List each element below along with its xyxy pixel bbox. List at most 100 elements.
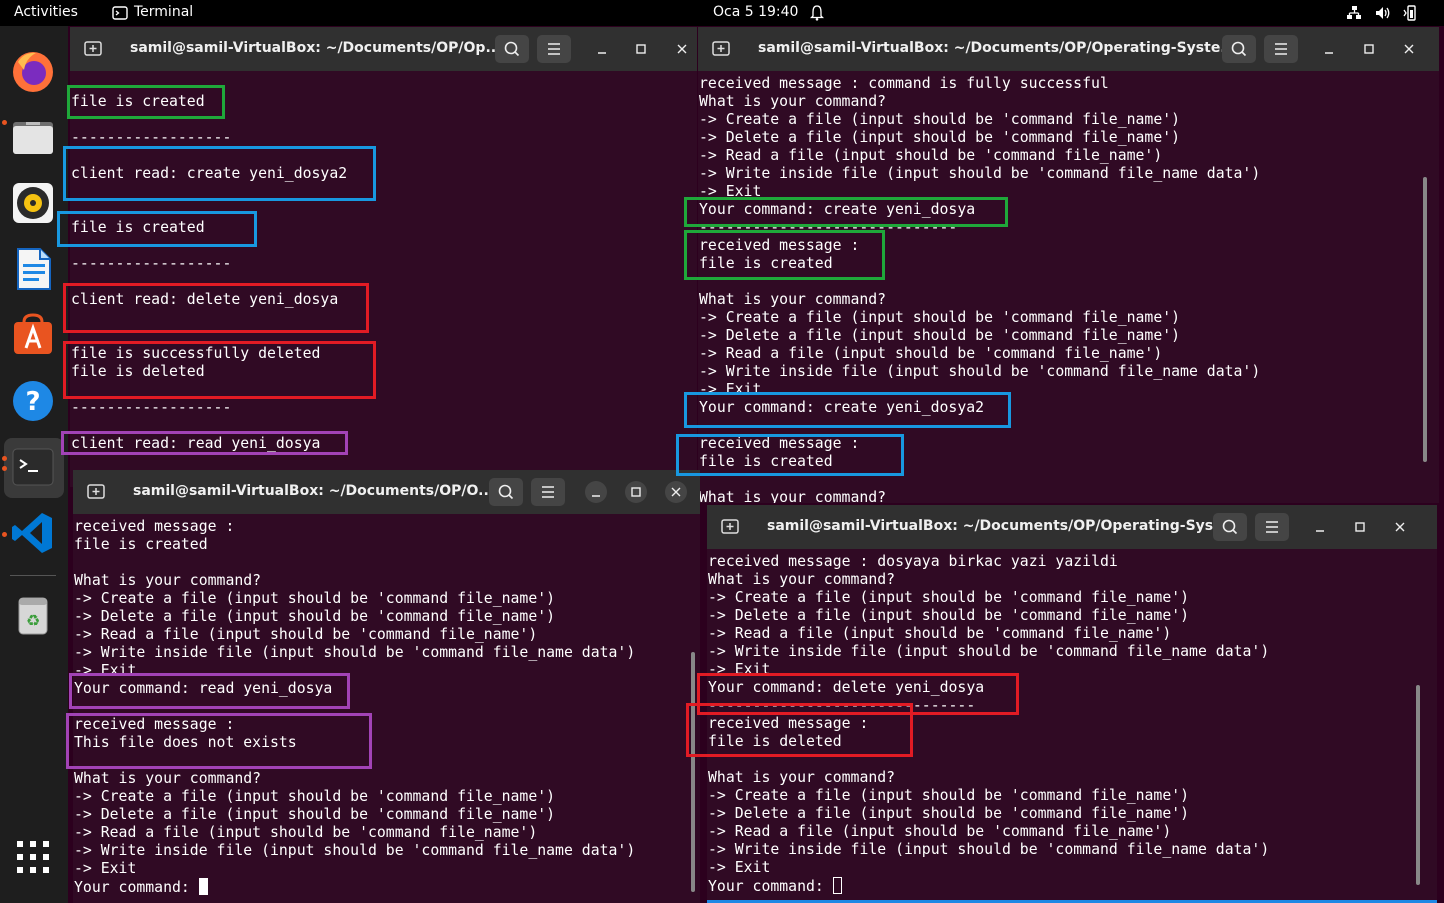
terminal-line: -> Read a file (input should be 'command… bbox=[699, 345, 1163, 362]
terminal-line: -> Delete a file (input should be 'comma… bbox=[74, 806, 556, 823]
maximize-icon[interactable] bbox=[1349, 516, 1371, 538]
trash-icon[interactable]: ♻ bbox=[10, 592, 56, 638]
text-cursor[interactable] bbox=[832, 877, 842, 894]
hamburger-menu-icon bbox=[542, 486, 554, 498]
vscode-icon[interactable] bbox=[10, 510, 56, 556]
terminal-line: -> Write inside file (input should be 'c… bbox=[74, 644, 636, 661]
close-icon[interactable] bbox=[665, 481, 687, 503]
menu-button[interactable] bbox=[531, 478, 565, 506]
close-icon[interactable] bbox=[671, 38, 693, 60]
prompt-label: Your command: bbox=[708, 878, 833, 895]
terminal-line: -> Write inside file (input should be 'c… bbox=[708, 841, 1270, 858]
window-headerbar[interactable]: samil@samil-VirtualBox: ~/Documents/OP/O… bbox=[698, 27, 1439, 71]
scrollbar[interactable] bbox=[1423, 177, 1427, 462]
minimize-icon[interactable] bbox=[585, 481, 607, 503]
hamburger-menu-icon bbox=[1275, 43, 1287, 55]
clock[interactable]: Oca 5 19:40 bbox=[713, 4, 798, 20]
annotation-box-green bbox=[684, 197, 1008, 227]
hamburger-menu-icon bbox=[548, 43, 560, 55]
annotation-box-blue bbox=[676, 434, 904, 476]
activities-button[interactable]: Activities bbox=[14, 4, 78, 20]
terminal-line: received message : dosyaya birkac yazi y… bbox=[708, 553, 1118, 570]
terminal-line: -> Delete a file (input should be 'comma… bbox=[708, 805, 1190, 822]
terminal-line: What is your command? bbox=[699, 489, 887, 503]
running-indicator bbox=[2, 120, 7, 125]
scrollbar[interactable] bbox=[1416, 685, 1420, 885]
minimize-icon[interactable] bbox=[591, 38, 613, 60]
firefox-icon[interactable] bbox=[10, 48, 56, 94]
terminal-line: ------------------ bbox=[71, 129, 232, 146]
menu-button[interactable] bbox=[537, 35, 571, 63]
terminal-line: -> Create a file (input should be 'comma… bbox=[699, 309, 1181, 326]
terminal-line: What is your command? bbox=[74, 572, 262, 589]
rhythmbox-icon[interactable] bbox=[10, 180, 56, 226]
app-menu-button[interactable]: Terminal bbox=[134, 4, 193, 20]
search-icon bbox=[504, 41, 520, 57]
window-title: samil@samil-VirtualBox: ~/Documents/OP/O… bbox=[130, 40, 502, 56]
dock: ? ♻ bbox=[0, 26, 68, 903]
files-icon[interactable] bbox=[10, 114, 56, 160]
terminal-line: file is created bbox=[74, 536, 208, 553]
annotation-box-green bbox=[67, 85, 225, 119]
command-prompt[interactable]: Your command: bbox=[708, 877, 1437, 895]
window-title: samil@samil-VirtualBox: ~/Documents/OP/O… bbox=[767, 518, 1236, 534]
libreoffice-writer-icon[interactable] bbox=[10, 246, 56, 292]
software-center-icon[interactable] bbox=[10, 312, 56, 358]
terminal-line: What is your command? bbox=[708, 571, 896, 588]
terminal-line: -> Write inside file (input should be 'c… bbox=[699, 165, 1261, 182]
help-icon[interactable]: ? bbox=[10, 378, 56, 424]
new-tab-icon[interactable] bbox=[85, 480, 107, 502]
svg-text:?: ? bbox=[25, 387, 40, 417]
annotation-box-green bbox=[684, 230, 885, 280]
menu-button[interactable] bbox=[1264, 35, 1298, 63]
search-button[interactable] bbox=[1213, 513, 1247, 541]
window-headerbar[interactable]: samil@samil-VirtualBox: ~/Documents/OP/O… bbox=[70, 27, 697, 71]
text-cursor[interactable] bbox=[198, 878, 208, 895]
scrollbar[interactable] bbox=[691, 652, 695, 892]
menu-button[interactable] bbox=[1255, 513, 1289, 541]
terminal-icon[interactable] bbox=[10, 444, 56, 490]
maximize-icon[interactable] bbox=[630, 38, 652, 60]
search-button[interactable] bbox=[495, 35, 529, 63]
new-tab-icon[interactable] bbox=[82, 37, 104, 59]
search-icon bbox=[1222, 519, 1238, 535]
terminal-line: -> Exit bbox=[74, 860, 137, 877]
app-grid-icon[interactable] bbox=[10, 834, 56, 880]
power-icon[interactable] bbox=[1402, 4, 1420, 22]
minimize-icon[interactable] bbox=[1309, 516, 1331, 538]
terminal-line: -> Exit bbox=[708, 859, 771, 876]
terminal-line: -> Read a file (input should be 'command… bbox=[708, 823, 1172, 840]
terminal-output[interactable]: received message : file is created What is… bbox=[73, 518, 700, 903]
minimize-icon[interactable] bbox=[1318, 38, 1340, 60]
window-headerbar[interactable]: samil@samil-VirtualBox: ~/Documents/OP/O… bbox=[73, 470, 700, 514]
running-indicator bbox=[2, 466, 7, 471]
terminal-line: What is your command? bbox=[699, 291, 887, 308]
window-title: samil@samil-VirtualBox: ~/Documents/OP/O… bbox=[758, 40, 1237, 56]
maximize-icon[interactable] bbox=[1358, 38, 1380, 60]
close-icon[interactable] bbox=[1398, 38, 1420, 60]
hamburger-menu-icon bbox=[1266, 521, 1278, 533]
close-icon[interactable] bbox=[1389, 516, 1411, 538]
terminal-line: -> Read a file (input should be 'command… bbox=[74, 626, 538, 643]
search-button[interactable] bbox=[1222, 35, 1256, 63]
new-tab-icon[interactable] bbox=[710, 37, 732, 59]
volume-icon[interactable] bbox=[1375, 5, 1391, 21]
terminal-line: -> Create a file (input should be 'comma… bbox=[708, 589, 1190, 606]
search-button[interactable] bbox=[489, 478, 523, 506]
terminal-line: -> Create a file (input should be 'comma… bbox=[708, 787, 1190, 804]
search-icon bbox=[1231, 41, 1247, 57]
network-icon[interactable] bbox=[1346, 5, 1362, 21]
window-headerbar[interactable]: samil@samil-VirtualBox: ~/Documents/OP/O… bbox=[707, 505, 1437, 549]
running-indicator bbox=[2, 456, 7, 461]
annotation-box-purple bbox=[66, 713, 372, 769]
terminal-line: -> Read a file (input should be 'command… bbox=[699, 147, 1163, 164]
maximize-icon[interactable] bbox=[625, 481, 647, 503]
terminal-line: received message : bbox=[74, 518, 235, 535]
terminal-line: -> Write inside file (input should be 'c… bbox=[74, 842, 636, 859]
annotation-box-red bbox=[63, 341, 376, 399]
terminal-line: -> Delete a file (input should be 'comma… bbox=[74, 608, 556, 625]
new-tab-icon[interactable] bbox=[719, 515, 741, 537]
search-icon bbox=[498, 484, 514, 500]
terminal-line: -> Create a file (input should be 'comma… bbox=[699, 111, 1181, 128]
command-prompt[interactable]: Your command: bbox=[74, 878, 700, 896]
